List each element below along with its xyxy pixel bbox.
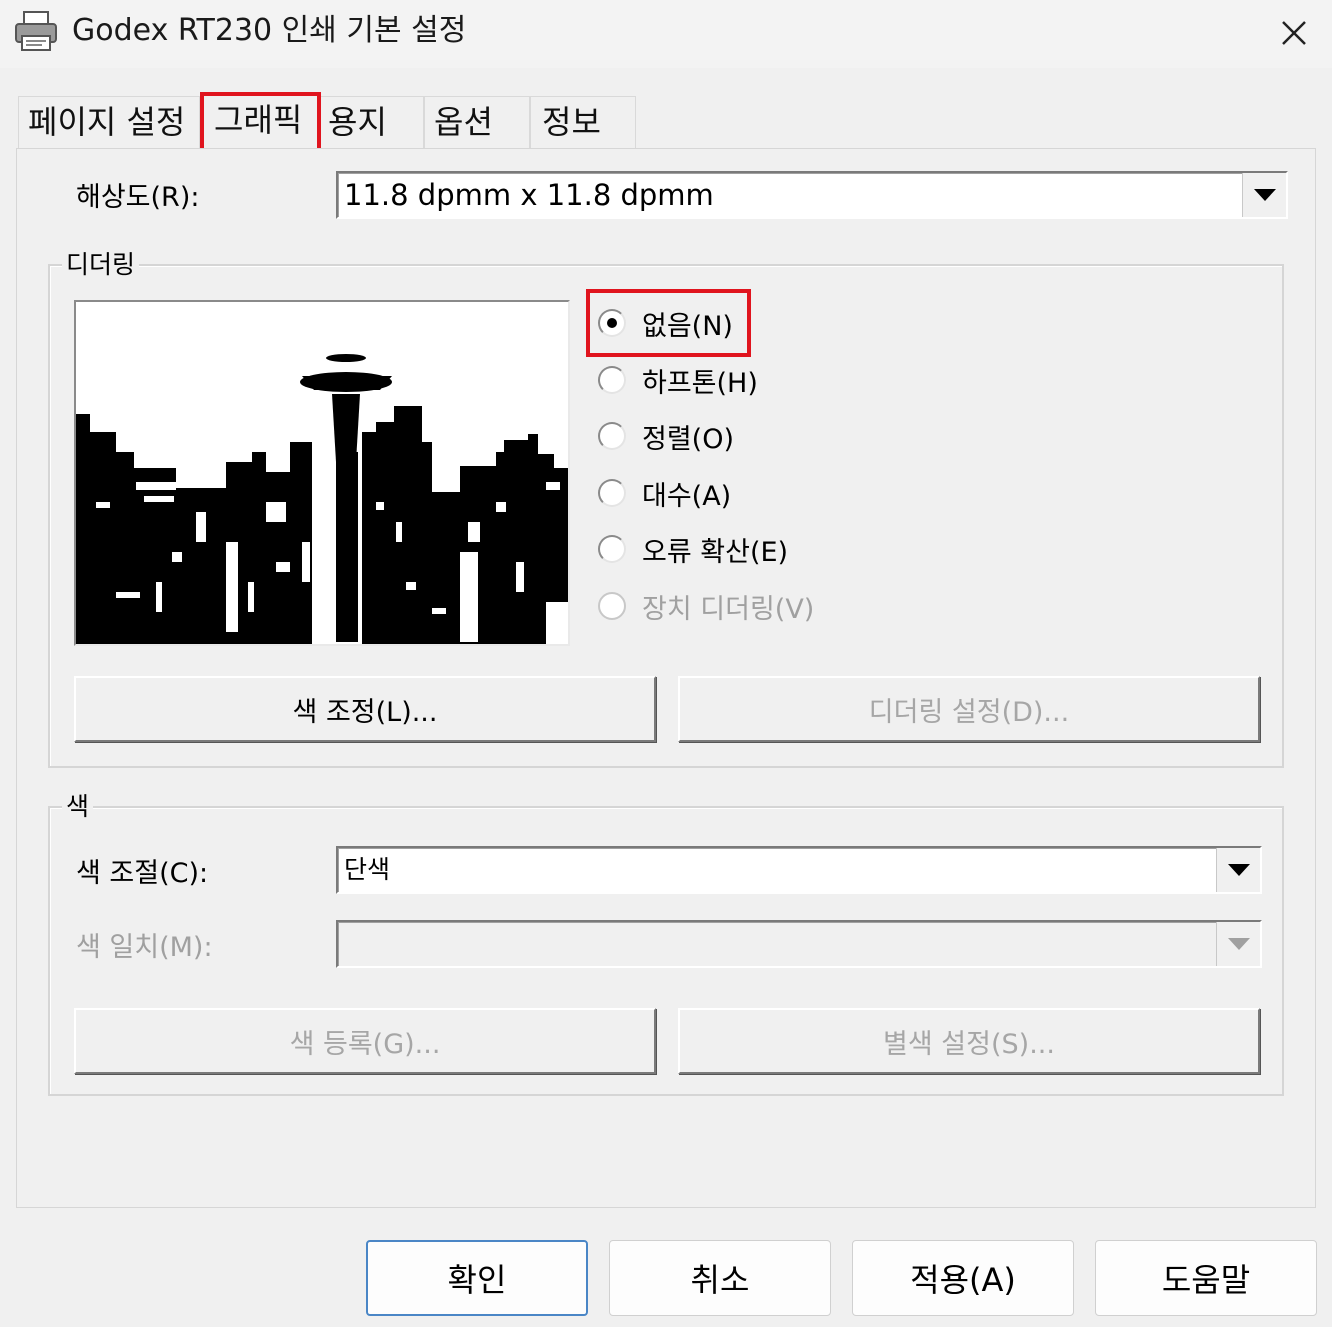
color-match-dropdown [336, 920, 1262, 968]
tab-paper[interactable]: 용지 [328, 96, 387, 148]
resolution-value: 11.8 dpmm x 11.8 dpmm [344, 178, 714, 212]
dither-settings-button: 디더링 설정(D)... [678, 676, 1260, 742]
chevron-down-icon [1227, 938, 1250, 950]
radio-button[interactable] [598, 366, 626, 394]
highlight-box-none-option [586, 289, 751, 357]
radio-label-error-diffusion: 오류 확산(E) [642, 536, 789, 568]
color-match-dropdown-button [1216, 922, 1260, 966]
ok-button[interactable]: 확인 [366, 1240, 588, 1316]
color-control-label: 색 조절(C): [76, 858, 209, 889]
color-adjust-button[interactable]: 색 조정(L)... [74, 676, 656, 742]
tab-options[interactable]: 옵션 [434, 96, 493, 148]
tab-page-setup[interactable]: 페이지 설정 [28, 96, 185, 148]
radio-label-ordered: 정렬(O) [642, 423, 734, 455]
window-title: Godex RT230 인쇄 기본 설정 [72, 13, 467, 48]
register-color-button: 색 등록(G)... [74, 1008, 656, 1074]
color-control-value: 단색 [344, 855, 391, 884]
color-control-dropdown[interactable]: 단색 [336, 846, 1262, 894]
resolution-label: 해상도(R): [76, 182, 200, 213]
close-button[interactable] [1264, 8, 1324, 58]
printer-icon [14, 10, 60, 52]
apply-button[interactable]: 적용(A) [852, 1240, 1074, 1316]
tab-about[interactable]: 정보 [542, 96, 601, 148]
skyline-preview-icon [76, 302, 568, 644]
radio-label-device: 장치 디더링(V) [642, 593, 815, 625]
radio-dither-device: 장치 디더링(V) [598, 584, 814, 628]
close-icon [1282, 21, 1306, 45]
help-button[interactable]: 도움말 [1095, 1240, 1317, 1316]
color-group-title: 색 [62, 792, 94, 822]
radio-button[interactable] [598, 422, 626, 450]
radio-dither-algebraic[interactable]: 대수(A) [598, 471, 731, 515]
color-control-dropdown-button[interactable] [1216, 848, 1260, 892]
radio-button[interactable] [598, 479, 626, 507]
dithering-group-title: 디더링 [62, 250, 140, 280]
radio-dither-error-diffusion[interactable]: 오류 확산(E) [598, 527, 788, 571]
chevron-down-icon [1227, 864, 1250, 876]
radio-label-halftone: 하프톤(H) [642, 367, 758, 399]
radio-dither-ordered[interactable]: 정렬(O) [598, 414, 734, 458]
resolution-dropdown-button[interactable] [1242, 173, 1286, 217]
radio-dither-halftone[interactable]: 하프톤(H) [598, 358, 758, 402]
dithering-preview-image [74, 300, 570, 646]
radio-button-disabled [598, 592, 626, 620]
radio-button[interactable] [598, 535, 626, 563]
radio-label-algebraic: 대수(A) [642, 480, 732, 512]
resolution-dropdown[interactable]: 11.8 dpmm x 11.8 dpmm [336, 171, 1288, 219]
chevron-down-icon [1253, 189, 1276, 201]
spot-color-settings-button: 별색 설정(S)... [678, 1008, 1260, 1074]
cancel-button[interactable]: 취소 [609, 1240, 831, 1316]
color-match-label: 색 일치(M): [76, 932, 213, 963]
highlight-box-graphics-tab [200, 92, 321, 153]
